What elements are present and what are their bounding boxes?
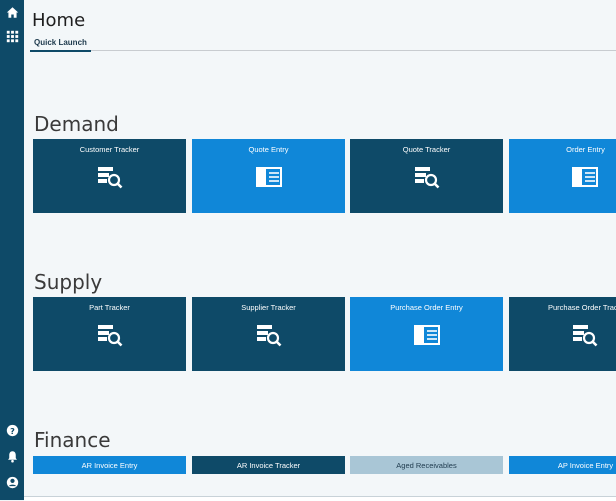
section-title-finance: Finance	[34, 428, 111, 452]
tile-label: AR Invoice Entry	[81, 461, 138, 470]
main-content: Home Quick Launch Demand Customer Tracke…	[24, 0, 616, 496]
home-icon[interactable]	[4, 4, 20, 20]
user-account-icon[interactable]	[4, 474, 20, 490]
notifications-icon[interactable]	[4, 448, 20, 464]
window-bottom-edge	[24, 496, 616, 501]
tile-aged-receivables[interactable]: Aged Receivables	[350, 456, 503, 474]
tracker-search-icon	[255, 323, 283, 347]
sidebar: ?	[0, 0, 24, 500]
entry-form-icon	[571, 165, 599, 189]
svg-text:?: ?	[10, 425, 15, 435]
tile-label: Purchase Order Track	[548, 303, 616, 312]
tracker-search-icon	[96, 165, 124, 189]
tile-label: Part Tracker	[89, 303, 130, 312]
tile-label: AP Invoice Entry	[557, 461, 614, 470]
tile-part-tracker[interactable]: Part Tracker	[33, 297, 186, 371]
tile-label: Aged Receivables	[396, 461, 457, 470]
entry-form-icon	[413, 323, 441, 347]
entry-form-icon	[255, 165, 283, 189]
tile-ar-invoice-entry[interactable]: AR Invoice Entry	[33, 456, 186, 474]
tab-quick-launch[interactable]: Quick Launch	[30, 36, 91, 52]
tile-order-entry[interactable]: Order Entry	[509, 139, 616, 213]
tile-quote-entry[interactable]: Quote Entry	[192, 139, 345, 213]
tile-label: Quote Tracker	[402, 145, 451, 154]
tile-label: Order Entry	[566, 145, 605, 154]
tile-label: Customer Tracker	[79, 145, 140, 154]
tile-supplier-tracker[interactable]: Supplier Tracker	[192, 297, 345, 371]
tab-bar: Quick Launch	[30, 36, 616, 52]
section-title-demand: Demand	[34, 112, 119, 136]
tile-customer-tracker[interactable]: Customer Tracker	[33, 139, 186, 213]
tile-label: Quote Entry	[248, 145, 289, 154]
tile-purchase-order-tracker[interactable]: Purchase Order Track	[509, 297, 616, 371]
help-icon[interactable]: ?	[4, 422, 20, 438]
tracker-search-icon	[96, 323, 124, 347]
tracker-search-icon	[413, 165, 441, 189]
app-grid-icon[interactable]	[4, 28, 20, 44]
section-title-supply: Supply	[34, 270, 103, 294]
tile-ar-invoice-tracker[interactable]: AR Invoice Tracker	[192, 456, 345, 474]
page-title: Home	[32, 10, 86, 31]
tile-label: Purchase Order Entry	[390, 303, 463, 312]
tracker-search-icon	[571, 323, 599, 347]
tile-label: Supplier Tracker	[241, 303, 296, 312]
tile-ap-invoice-entry[interactable]: AP Invoice Entry	[509, 456, 616, 474]
tile-quote-tracker[interactable]: Quote Tracker	[350, 139, 503, 213]
tile-label: AR Invoice Tracker	[236, 461, 301, 470]
tile-purchase-order-entry[interactable]: Purchase Order Entry	[350, 297, 503, 371]
